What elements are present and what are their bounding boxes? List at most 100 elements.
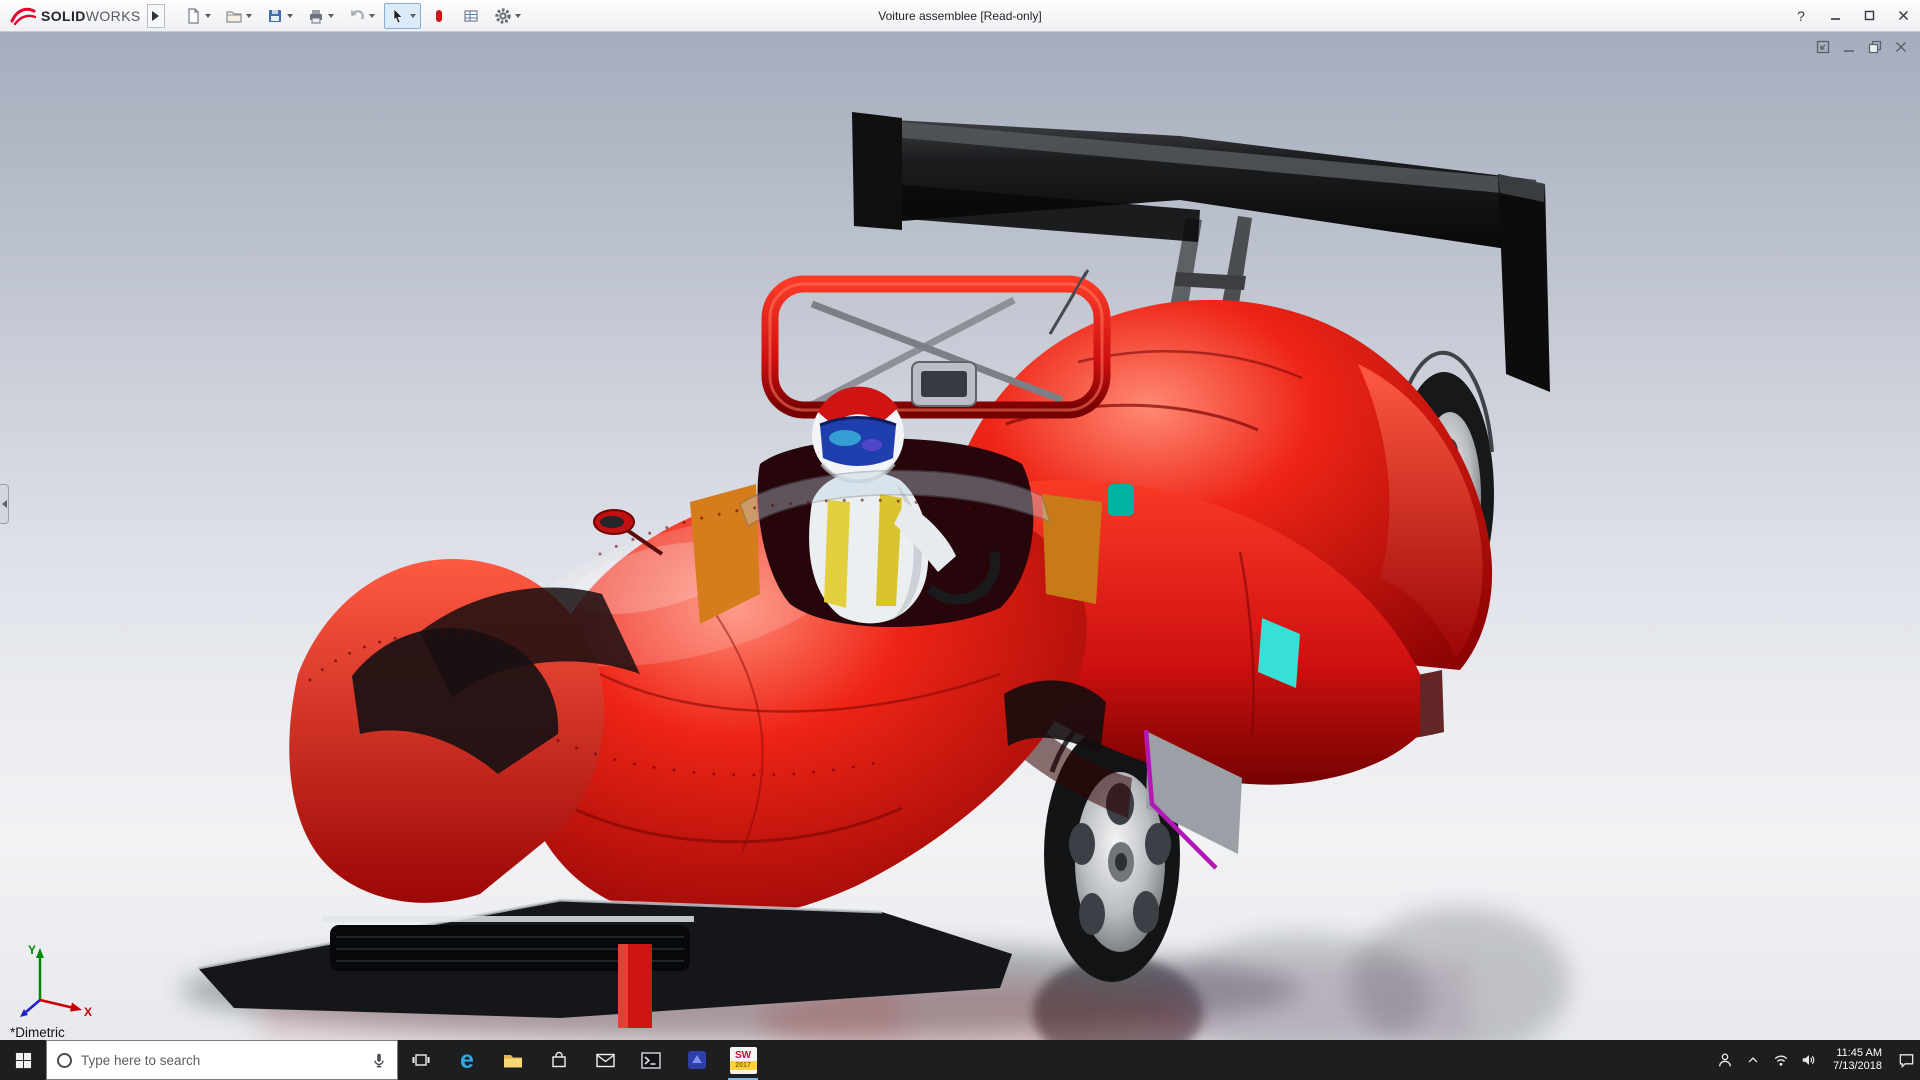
taskbar-app-solidworks[interactable]: SW 2017	[720, 1040, 766, 1080]
cortana-icon	[57, 1053, 72, 1068]
sw-year: 2017	[730, 1061, 757, 1070]
brand-text: SOLIDWORKS	[41, 8, 141, 24]
brand-light: WORKS	[86, 8, 141, 24]
help-glyph: ?	[1797, 8, 1805, 24]
dropdown-caret-icon[interactable]	[287, 14, 293, 18]
doc-dock-icon	[1816, 40, 1830, 54]
save-icon	[266, 7, 284, 25]
document-window-controls	[1815, 39, 1908, 54]
doc-minimize-icon	[1842, 40, 1856, 54]
window-title: Voiture assemblee [Read-only]	[878, 0, 1041, 32]
new-document-icon	[184, 7, 202, 25]
doc-restore-icon	[1868, 40, 1882, 54]
taskbar-app-store[interactable]	[536, 1040, 582, 1080]
terminal-icon	[641, 1052, 661, 1069]
close-button[interactable]	[1886, 0, 1920, 31]
sw-letters: SW	[735, 1050, 751, 1061]
window-controls: ?	[1784, 0, 1920, 31]
doc-minimize-button[interactable]	[1841, 39, 1856, 54]
edge-icon: e	[460, 1048, 474, 1073]
clock-date: 7/13/2018	[1833, 1060, 1882, 1073]
maximize-button[interactable]	[1852, 0, 1886, 31]
start-button[interactable]	[0, 1040, 46, 1080]
microphone-icon[interactable]	[371, 1051, 387, 1069]
store-bag-icon	[550, 1051, 568, 1069]
menu-flyout-button[interactable]	[147, 4, 165, 28]
select-tool-button[interactable]	[384, 3, 421, 29]
wifi-icon	[1773, 1052, 1789, 1068]
taskbar-app-terminal[interactable]	[628, 1040, 674, 1080]
taskbar-app-edge[interactable]: e	[444, 1040, 490, 1080]
tray-people-button[interactable]	[1711, 1052, 1739, 1068]
speaker-icon	[1801, 1052, 1817, 1068]
flyout-arrow-icon	[152, 11, 159, 21]
undo-icon	[348, 7, 366, 25]
print-button[interactable]	[302, 3, 339, 29]
task-view-icon	[412, 1052, 430, 1068]
person-icon	[1717, 1052, 1733, 1068]
taskbar-app-dev-tool[interactable]	[674, 1040, 720, 1080]
triad-x-label: X	[84, 1005, 92, 1018]
solidworks-logo-icon	[10, 6, 36, 26]
panel-collapse-tab[interactable]	[0, 484, 9, 524]
mail-envelope-icon	[596, 1053, 615, 1068]
tray-show-hidden-button[interactable]	[1739, 1053, 1767, 1067]
doc-restore-button[interactable]	[1867, 39, 1882, 54]
task-view-button[interactable]	[398, 1040, 444, 1080]
design-table-icon	[462, 7, 480, 25]
taskbar-clock[interactable]: 11:45 AM 7/13/2018	[1823, 1047, 1892, 1073]
gear-icon	[494, 7, 512, 25]
record-macro-button[interactable]	[425, 3, 453, 29]
windows-logo-icon	[15, 1052, 32, 1069]
help-button[interactable]: ?	[1784, 0, 1818, 31]
minimize-icon	[1830, 10, 1841, 21]
open-button[interactable]	[220, 3, 257, 29]
doc-close-button[interactable]	[1893, 39, 1908, 54]
clock-time: 11:45 AM	[1836, 1047, 1882, 1060]
action-center-button[interactable]	[1892, 1052, 1920, 1069]
view-orientation-label: *Dimetric	[10, 1025, 65, 1040]
dropdown-caret-icon[interactable]	[205, 14, 211, 18]
select-cursor-icon	[389, 7, 407, 25]
orientation-triad[interactable]: Y X	[16, 938, 96, 1018]
print-icon	[307, 7, 325, 25]
taskbar-app-mail[interactable]	[582, 1040, 628, 1080]
dropdown-caret-icon[interactable]	[328, 14, 334, 18]
titlebar: SOLIDWORKS	[0, 0, 1920, 32]
new-document-button[interactable]	[179, 3, 216, 29]
undo-button[interactable]	[343, 3, 380, 29]
solidworks-brand: SOLIDWORKS	[0, 6, 147, 26]
maximize-icon	[1864, 10, 1875, 21]
dev-app-icon	[687, 1050, 707, 1070]
options-button[interactable]	[489, 3, 526, 29]
design-table-button[interactable]	[457, 3, 485, 29]
model-3d-canvas[interactable]	[0, 32, 1920, 1040]
doc-close-icon	[1894, 40, 1908, 54]
macro-capsule-icon	[430, 7, 448, 25]
minimize-button[interactable]	[1818, 0, 1852, 31]
save-button[interactable]	[261, 3, 298, 29]
taskbar-search[interactable]	[46, 1040, 398, 1080]
solidworks-app-icon: SW 2017	[730, 1047, 757, 1074]
dropdown-caret-icon[interactable]	[515, 14, 521, 18]
search-input[interactable]	[81, 1053, 362, 1068]
doc-dock-button[interactable]	[1815, 39, 1830, 54]
chevron-up-icon	[1746, 1053, 1760, 1067]
collapse-arrow-icon	[2, 500, 7, 508]
dropdown-caret-icon[interactable]	[246, 14, 252, 18]
dropdown-caret-icon[interactable]	[369, 14, 375, 18]
graphics-viewport[interactable]: Y X *Dimetric	[0, 32, 1920, 1040]
tray-volume-button[interactable]	[1795, 1052, 1823, 1068]
windows-taskbar: e	[0, 1040, 1920, 1080]
brand-bold: SOLID	[41, 8, 86, 24]
file-explorer-icon	[503, 1052, 523, 1069]
quick-access-toolbar	[179, 3, 526, 29]
race-car-model[interactable]	[198, 112, 1550, 1028]
dropdown-caret-icon[interactable]	[410, 14, 416, 18]
action-center-icon	[1898, 1052, 1915, 1069]
taskbar-app-file-explorer[interactable]	[490, 1040, 536, 1080]
tray-network-button[interactable]	[1767, 1052, 1795, 1068]
solidworks-window: SOLIDWORKS	[0, 0, 1920, 1080]
open-folder-icon	[225, 7, 243, 25]
close-icon	[1898, 10, 1909, 21]
